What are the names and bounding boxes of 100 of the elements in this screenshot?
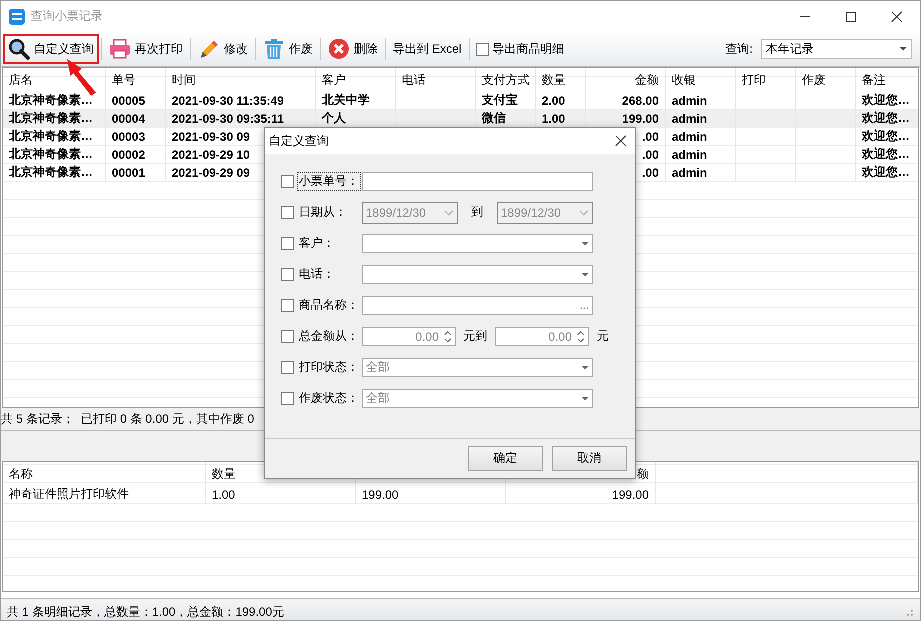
toolbar-button[interactable]: 删除	[323, 34, 383, 64]
table-cell: 北京神奇像素…	[9, 146, 93, 163]
table-cell: admin	[672, 130, 708, 144]
pencil-icon	[198, 38, 220, 60]
records-summary: 共 5 条记录； 已打印 0 条 0.00 元，其中作废 0	[1, 410, 254, 428]
table-cell: 2021-09-30 11:35:49	[172, 94, 284, 108]
table-cell: 2021-09-29 10	[172, 148, 250, 162]
toolbar-button[interactable]: 作废	[258, 34, 318, 64]
table-cell: admin	[672, 112, 708, 126]
filter-checkbox[interactable]: 作废状态：	[281, 389, 362, 408]
column-header[interactable]: 收银	[672, 72, 696, 88]
table-cell: 神奇证件照片打印软件	[9, 486, 129, 503]
table-cell: 199.00	[612, 488, 649, 502]
app-logo-icon	[9, 8, 25, 24]
table-cell: 00001	[112, 166, 146, 180]
column-header[interactable]: 支付方式	[482, 72, 530, 88]
filter-checkbox[interactable]: 总金额从：	[281, 327, 362, 346]
table-cell: 2021-09-29 09	[172, 166, 250, 180]
dropdown-arrow-icon	[582, 396, 589, 400]
column-header[interactable]: 名称	[9, 466, 33, 482]
trash-icon	[263, 38, 285, 60]
dropdown-arrow-icon	[582, 272, 589, 276]
toolbar-button[interactable]: 自定义查询	[3, 34, 99, 64]
table-cell: .00	[642, 148, 659, 162]
table-cell: 2.00	[542, 94, 566, 108]
filter-checkbox[interactable]: 电话：	[281, 265, 362, 284]
table-cell: 北京神奇像素…	[9, 92, 93, 109]
query-label: 查询:	[726, 40, 753, 58]
table-cell: 北京神奇像素…	[9, 164, 93, 181]
range-label: 元到	[462, 328, 488, 345]
table-cell: 个人	[322, 110, 346, 127]
column-header[interactable]: 备注	[862, 72, 886, 88]
table-cell: 欢迎您…	[862, 92, 910, 109]
column-header[interactable]: 时间	[172, 72, 196, 88]
number-spinner[interactable]: 0.00	[362, 327, 456, 346]
table-cell: 欢迎您…	[862, 110, 910, 127]
printer-icon	[109, 38, 131, 60]
column-header[interactable]: 金额	[635, 72, 659, 88]
column-header[interactable]: 数量	[542, 72, 566, 88]
column-header[interactable]: 作废	[802, 72, 826, 88]
column-header[interactable]: 单号	[112, 72, 136, 88]
toolbar-button[interactable]: 再次打印	[104, 34, 188, 64]
close-icon[interactable]	[615, 135, 627, 147]
table-cell: 268.00	[622, 94, 659, 108]
table-cell: 北关中学	[322, 92, 370, 109]
table-cell: 北京神奇像素…	[9, 110, 93, 127]
filter-checkbox[interactable]: 打印状态：	[281, 358, 362, 377]
table-cell: .00	[642, 166, 659, 180]
table-cell: admin	[672, 148, 708, 162]
table-cell: 2021-09-30 09	[172, 130, 250, 144]
export-details-checkbox[interactable]: 导出商品明细	[476, 40, 565, 58]
dialog-button[interactable]: 确定	[468, 446, 543, 471]
table-cell: 2021-09-30 09:35:11	[172, 112, 284, 126]
column-header[interactable]: 电话	[402, 72, 426, 88]
delete-icon	[328, 38, 350, 60]
spinner-arrows-icon	[444, 330, 452, 342]
table-row[interactable]: 神奇证件照片打印软件 1.00 199.00 199.00	[3, 486, 918, 504]
dialog-button[interactable]: 取消	[552, 446, 627, 471]
spinner-arrows-icon	[577, 330, 585, 342]
table-cell: .00	[642, 130, 659, 144]
range-label: 到	[470, 204, 484, 221]
table-cell: admin	[672, 166, 708, 180]
table-cell: 欢迎您…	[862, 128, 910, 145]
combo-box[interactable]: 全部	[362, 358, 593, 377]
table-cell: 199.00	[362, 488, 399, 502]
dropdown-arrow-icon	[582, 242, 589, 246]
table-cell: 北京神奇像素…	[9, 128, 93, 145]
column-header[interactable]: 额	[637, 466, 649, 482]
input-field[interactable]	[362, 172, 593, 191]
input-field[interactable]: ...	[362, 296, 593, 315]
toolbar-button[interactable]: 导出到 Excel	[388, 34, 467, 64]
query-dropdown[interactable]: 本年记录	[761, 39, 912, 59]
filter-checkbox[interactable]: 客户：	[281, 234, 362, 253]
table-cell: 欢迎您…	[862, 146, 910, 163]
filter-checkbox[interactable]: 日期从：	[281, 203, 362, 222]
table-cell: 微信	[482, 110, 506, 127]
toolbar-button[interactable]: 修改	[193, 34, 253, 64]
table-cell: 00005	[112, 94, 146, 108]
number-spinner[interactable]: 0.00	[495, 327, 589, 346]
table-cell: 1.00	[212, 488, 236, 502]
close-icon[interactable]	[891, 10, 903, 22]
column-header[interactable]: 打印	[742, 72, 766, 88]
column-header[interactable]: 店名	[9, 72, 33, 88]
column-header[interactable]: 客户	[322, 72, 346, 88]
combo-box[interactable]: 全部	[362, 389, 593, 408]
table-cell: 199.00	[622, 112, 659, 126]
resize-grip-icon[interactable]	[904, 607, 914, 617]
chevron-down-icon	[444, 210, 454, 216]
table-cell: 00002	[112, 148, 146, 162]
filter-checkbox[interactable]: 商品名称：	[281, 296, 362, 315]
maximize-icon[interactable]	[845, 10, 857, 22]
magnifier-icon	[8, 38, 30, 60]
dropdown-arrow-icon	[900, 47, 907, 51]
table-cell: 支付宝	[482, 92, 518, 109]
table-cell: 00003	[112, 130, 146, 144]
status-text: 共 1 条明细记录，总数量：1.00，总金额：199.00元	[7, 604, 284, 620]
dropdown-arrow-icon	[582, 366, 589, 370]
table-row[interactable]: 北京神奇像素… 00004 2021-09-30 09:35:11 个人 微信 1.00 199.00 admin 欢迎您…	[3, 110, 918, 128]
column-header[interactable]: 数量	[212, 466, 236, 482]
table-cell: 1.00	[542, 112, 566, 126]
